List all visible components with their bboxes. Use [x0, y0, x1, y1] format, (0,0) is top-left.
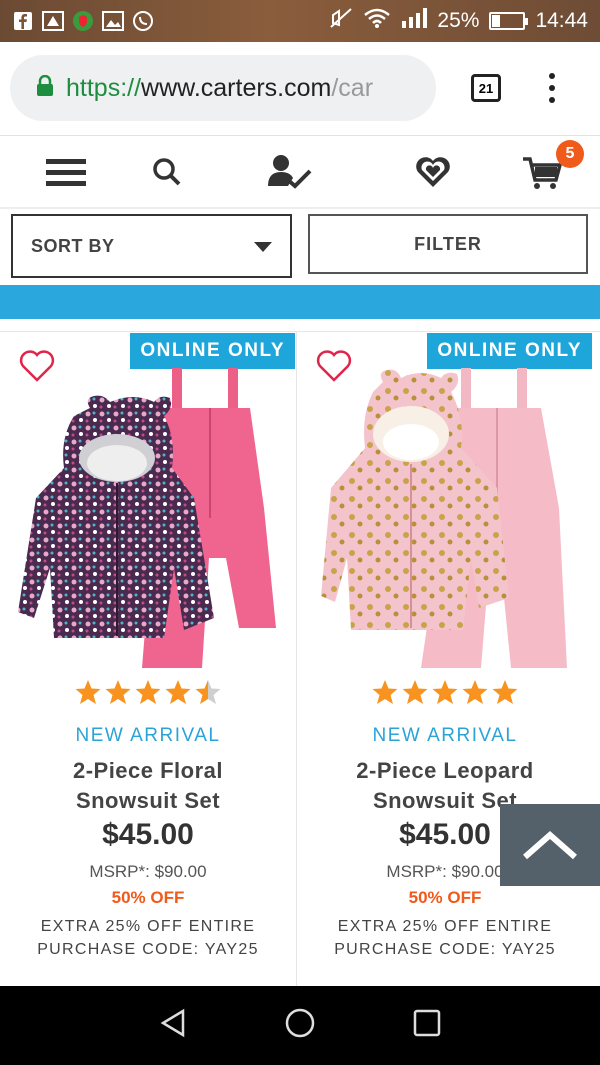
online-only-badge: ONLINE ONLY	[427, 333, 592, 369]
star-icon	[492, 680, 518, 704]
battery-fill	[492, 15, 501, 27]
url-path: /car	[331, 73, 374, 102]
back-icon[interactable]	[159, 1008, 187, 1043]
product-card[interactable]: ONLINE ONLY NEW ARRIVAL 2-Piece Leopard …	[297, 332, 593, 986]
gallery-icon	[102, 10, 124, 32]
product-title-line: 2-Piece Floral	[72, 758, 224, 783]
wifi-icon	[363, 7, 391, 35]
product-image[interactable]	[14, 368, 284, 676]
browser-toolbar: https://www.carters.com/car 21	[0, 42, 600, 136]
product-price: $45.00	[102, 818, 194, 851]
promo-line: PURCHASE CODE: YAY25	[37, 941, 259, 958]
cart-icon[interactable]	[522, 156, 563, 195]
whatsapp-icon	[132, 10, 154, 32]
product-msrp: MSRP*: $90.00	[89, 862, 207, 881]
new-arrival-tag: NEW ARRIVAL	[372, 725, 518, 746]
product-title[interactable]: 2-Piece Floral Snowsuit Set	[0, 756, 296, 816]
lock-icon	[36, 74, 54, 102]
star-icon	[195, 680, 221, 704]
menu-icon[interactable]	[46, 159, 86, 192]
promo-text: EXTRA 25% OFF ENTIRE PURCHASE CODE: YAY2…	[0, 915, 296, 961]
promo-banner	[0, 285, 600, 319]
cart-count-badge: 5	[556, 140, 584, 168]
promo-line: EXTRA 25% OFF ENTIRE	[337, 918, 553, 935]
filter-button[interactable]: FILTER	[308, 214, 588, 274]
mute-icon	[329, 7, 353, 35]
tab-switcher-button[interactable]: 21	[471, 74, 501, 102]
sort-by-dropdown[interactable]: SORT BY	[11, 214, 292, 278]
clock: 14:44	[535, 9, 588, 32]
discount-label: 50% OFF	[111, 888, 185, 907]
url-text: https://www.carters.com/car	[66, 74, 373, 103]
new-arrival-tag: NEW ARRIVAL	[75, 725, 221, 746]
battery-icon	[489, 12, 529, 30]
star-icon	[432, 680, 458, 704]
site-header	[0, 137, 600, 209]
signal-icon	[401, 7, 428, 35]
shield-icon	[72, 10, 94, 32]
star-icon	[372, 680, 398, 704]
recents-icon[interactable]	[413, 1009, 441, 1042]
system-navigation-bar	[0, 986, 600, 1065]
address-bar[interactable]: https://www.carters.com/car	[10, 55, 436, 121]
star-icon	[402, 680, 428, 704]
promo-line: PURCHASE CODE: YAY25	[334, 941, 556, 958]
product-image[interactable]	[311, 368, 581, 676]
sort-by-label: SORT BY	[31, 235, 115, 256]
warning-icon	[42, 10, 64, 32]
rating-stars	[0, 679, 296, 705]
star-icon	[135, 680, 161, 704]
status-bar: 25% 14:44	[0, 0, 600, 42]
star-icon	[75, 680, 101, 704]
facebook-icon	[12, 10, 34, 32]
star-icon	[462, 680, 488, 704]
battery-percent: 25%	[437, 9, 480, 32]
account-icon[interactable]	[266, 154, 312, 195]
home-icon[interactable]	[284, 1007, 316, 1044]
promo-line: EXTRA 25% OFF ENTIRE	[40, 918, 256, 935]
url-scheme: https://	[66, 73, 142, 102]
scroll-to-top-button[interactable]	[500, 804, 600, 886]
browser-menu-button[interactable]	[540, 70, 564, 106]
url-host: www.carters.com	[141, 73, 332, 102]
product-title-line: Snowsuit Set	[75, 788, 221, 813]
chevron-up-icon	[523, 831, 577, 860]
discount-label: 50% OFF	[408, 888, 482, 907]
chevron-down-icon	[254, 242, 272, 252]
star-icon	[165, 680, 191, 704]
star-icon	[105, 680, 131, 704]
promo-text: EXTRA 25% OFF ENTIRE PURCHASE CODE: YAY2…	[297, 915, 593, 961]
wishlist-heart-icon[interactable]	[414, 155, 452, 194]
online-only-badge: ONLINE ONLY	[130, 333, 295, 369]
search-icon[interactable]	[152, 157, 182, 192]
rating-stars	[297, 679, 593, 705]
product-card[interactable]: ONLINE ONLY NEW ARRIVAL 2-Piece Floral S…	[0, 332, 296, 986]
product-title-line: 2-Piece Leopard	[356, 758, 534, 783]
